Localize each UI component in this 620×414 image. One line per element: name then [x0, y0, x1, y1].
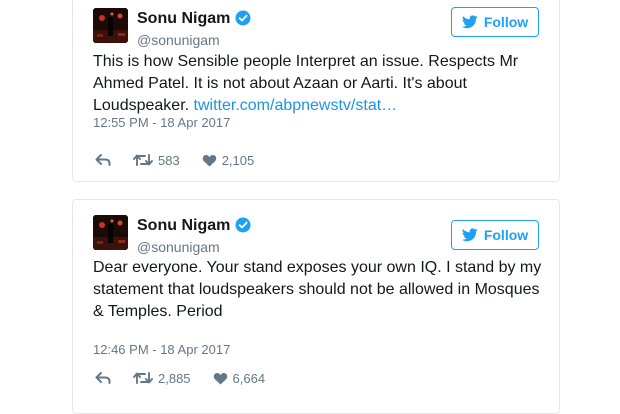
retweet-button[interactable]: 2,885 [133, 371, 191, 386]
retweet-count: 2,885 [158, 370, 191, 386]
verified-badge-icon [235, 217, 251, 233]
heart-icon [213, 372, 227, 385]
like-count: 6,664 [232, 370, 266, 386]
avatar[interactable] [93, 215, 128, 250]
reply-button[interactable] [95, 371, 111, 385]
author-handle[interactable]: @sonunigam [137, 32, 220, 48]
like-count: 2,105 [221, 152, 255, 168]
tweet-text: This is how Sensible people Interpret an… [93, 51, 548, 117]
retweet-count: 583 [158, 152, 180, 168]
retweet-button[interactable]: 583 [133, 153, 180, 168]
author-name[interactable]: Sonu Nigam [137, 217, 230, 235]
twitter-bird-icon [461, 228, 478, 242]
reply-arrow-icon [95, 372, 111, 384]
reply-button[interactable] [95, 153, 111, 167]
reply-arrow-icon [95, 154, 111, 166]
tweet-card: Sonu Nigam @sonunigam Follow This is how… [72, 0, 560, 182]
tweet-timestamp[interactable]: 12:55 PM - 18 Apr 2017 [93, 115, 230, 130]
tweet-card: Sonu Nigam @sonunigam Follow Dear everyo… [72, 199, 560, 414]
twitter-bird-icon [461, 15, 478, 29]
heart-icon [202, 154, 216, 167]
tweet-link[interactable]: twitter.com/abpnewstv/stat… [194, 97, 398, 114]
follow-label: Follow [483, 14, 529, 30]
follow-button[interactable]: Follow [451, 220, 539, 250]
tweet-timestamp[interactable]: 12:46 PM - 18 Apr 2017 [93, 342, 230, 357]
tweet-text: Dear everyone. Your stand exposes your o… [93, 259, 542, 320]
author-handle[interactable]: @sonunigam [137, 239, 220, 255]
retweet-icon [133, 372, 153, 384]
follow-button[interactable]: Follow [451, 7, 539, 37]
follow-label: Follow [483, 227, 529, 243]
avatar[interactable] [93, 8, 128, 43]
like-button[interactable]: 6,664 [213, 370, 266, 386]
author-name[interactable]: Sonu Nigam [137, 10, 230, 28]
tweet-actions: 583 2,105 [95, 151, 276, 169]
like-button[interactable]: 2,105 [202, 152, 255, 168]
verified-badge-icon [235, 10, 251, 26]
tweet-actions: 2,885 6,664 [95, 369, 287, 387]
retweet-icon [133, 154, 153, 166]
